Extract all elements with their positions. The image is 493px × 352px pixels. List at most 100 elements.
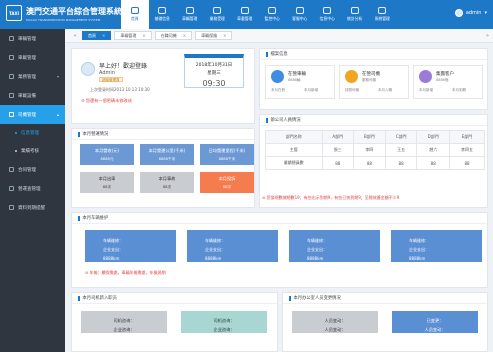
monthly-ops-panel: 本月營運情況 本月營收(元) 8888元 本月營運公里(千米) 8888千米 日均營… — [71, 128, 255, 208]
maintenance-card[interactable]: 车辆维修： 企业支出： 8888km — [187, 230, 278, 262]
nav-basic-info[interactable]: 基礎信息 — [149, 0, 177, 29]
drivers-card[interactable]: 司机咨询： 企业咨询： — [81, 311, 167, 333]
monitor-icon — [268, 7, 277, 14]
sidebar-item-onboard[interactable]: 車載管理 — [0, 48, 65, 67]
archive-card-drivers[interactable]: 在營司機 服務司機 持照司機 本月入職 — [339, 65, 409, 99]
top-nav: 首頁 基礎信息 車輛管理 業務受理 車載管理 監控中心 客服中心 信息中心 統計… — [121, 0, 396, 29]
business-icon — [213, 7, 222, 14]
device-icon — [9, 93, 14, 98]
drivers-title: 本月司机新入职员 — [72, 293, 277, 304]
taxi-logo: TAXI — [6, 5, 22, 21]
car-icon — [9, 36, 14, 41]
user-menu[interactable]: admin ▾ — [454, 9, 487, 17]
maintenance-card[interactable]: 车辆维修： 企业支出： 8888km — [85, 230, 176, 262]
office-table: 部門名称 A部門 B部門 C部門 D部門 E部門 主管 張三 李四 王五 趙六 … — [265, 130, 486, 170]
tab-drivers[interactable]: 在職司機 × — [154, 31, 193, 40]
monthly-card[interactable]: 本月營收(元) 8888元 — [80, 144, 134, 165]
user-icon — [81, 62, 95, 76]
nav-monitor[interactable]: 監控中心 — [259, 0, 287, 29]
message-icon — [323, 7, 332, 14]
greeting: 早上好！歡迎登錄 — [99, 63, 148, 70]
close-icon[interactable]: × — [102, 33, 105, 38]
office-warning[interactable]: ⊘ 您發現數據總數19；有些出示到期9，有些已快到期9；至總效產金額不少9 — [262, 195, 399, 201]
monthly-ops-title: 本月營運情況 — [72, 129, 254, 140]
sidebar: 車輛管理 車載管理 業務管理 ▾ 車載設備 司機管理 ▴ 信息管理 業績考核 合同管… — [0, 29, 65, 352]
nav-service[interactable]: 客服中心 — [286, 0, 314, 29]
time-text: 09:30 — [202, 79, 226, 88]
maintenance-panel: 本月车辆维护 车辆维修： 企业支出： 8888km 车辆维修： 企业支出： 8888km… — [71, 212, 488, 288]
contract-icon — [9, 167, 14, 172]
chevron-up-icon: ▴ — [56, 112, 59, 117]
chevron-down-icon: ▾ — [56, 74, 59, 79]
date-text: 2018年10月31日 — [195, 63, 233, 68]
welcome-user: Admin — [99, 70, 115, 76]
chevron-left-icon[interactable]: « — [71, 33, 79, 39]
nav-message[interactable]: 信息中心 — [314, 0, 342, 29]
maintenance-card[interactable]: 车辆维修： 企业支出： 8888km — [391, 230, 482, 262]
chevron-down-icon: ▾ — [484, 10, 487, 16]
top-header: TAXI 澳門交通平台綜合管理系統 MACAO TRANSPORTATION M… — [0, 0, 493, 29]
settings-icon — [378, 7, 387, 14]
info-icon — [158, 7, 167, 14]
monthly-card[interactable]: 本月投訴 88次 — [200, 172, 254, 193]
nav-business[interactable]: 業務受理 — [204, 0, 232, 29]
chevron-right-icon[interactable]: » — [486, 33, 489, 39]
office-changes-panel: 本月办公室人员变更情况 人员变动： 人员变动： 已变更： 人员变动： — [282, 292, 488, 352]
sidebar-item-equipment[interactable]: 車載設備 — [0, 86, 65, 105]
nav-vehicle[interactable]: 車輛管理 — [176, 0, 204, 29]
maintenance-card[interactable]: 车辆维修： 企业支出： 8888km — [289, 230, 380, 262]
sidebar-item-business[interactable]: 業務管理 ▾ — [0, 67, 65, 86]
operation-icon — [9, 186, 14, 191]
last-login: 上次登录时间2013 10 13 10:30 — [90, 87, 150, 92]
monthly-card[interactable]: 日均營運里程(千米) 8888千米 — [200, 144, 254, 165]
tab-vehicle[interactable]: 車輛管理 × — [114, 31, 152, 40]
password-warning[interactable]: ⊘ 您還有一個密碼未修改成 — [81, 98, 132, 104]
tab-insurance[interactable]: 車輛保險 × — [195, 31, 233, 40]
tab-home[interactable]: 首頁 × — [82, 31, 112, 40]
archive-title: 檔案信息 — [260, 49, 487, 60]
archive-panel: 檔案信息 在營車輛 8888輛 本月在冊 本月新增 在營司機 服務司機 持照司機… — [259, 48, 488, 110]
table-header-row: 部門名称 A部門 B部門 C部門 D部門 E部門 — [265, 130, 486, 144]
office-changes-title: 本月办公室人员变更情况 — [283, 293, 487, 304]
close-icon[interactable]: × — [183, 33, 186, 38]
onboard-icon — [240, 7, 249, 14]
office-changes-card[interactable]: 已变更： 人员变动： — [392, 311, 478, 333]
archive-card-clients[interactable]: 集團客户 8888個 本月新增 本月到期 — [413, 65, 483, 99]
date-box: 2018年10月31日 星期三 09:30 — [184, 54, 244, 88]
drivers-card[interactable]: 司机咨询： 企业咨询： — [181, 311, 267, 333]
sidebar-item-contract[interactable]: 合同管理 — [0, 160, 65, 179]
sidebar-subitem-performance[interactable]: 業績考核 — [0, 142, 65, 160]
sidebar-item-drivers[interactable]: 司機管理 ▴ — [0, 105, 65, 124]
brand: 澳門交通平台綜合管理系統 MACAO TRANSPORTATION MANAGE… — [26, 6, 122, 22]
welcome-panel: 早上好！歡迎登錄 Admin 超級管理員 上次登录时间2013 10 13 10… — [71, 48, 255, 124]
office-changes-card[interactable]: 人员变动： 人员变动： — [292, 311, 378, 333]
close-icon[interactable]: × — [142, 33, 145, 38]
bell-icon — [9, 205, 14, 210]
avatar — [454, 9, 463, 17]
car-icon — [185, 7, 194, 14]
driver-icon — [9, 112, 14, 117]
monthly-card[interactable]: 本月事故 88次 — [140, 172, 194, 193]
sidebar-subitem-info[interactable]: 信息管理 — [0, 124, 65, 142]
office-title: 辦公司人員情況 — [260, 115, 487, 126]
nav-statistics[interactable]: 統計分析 — [341, 0, 369, 29]
driver-icon — [345, 70, 358, 83]
maintenance-warning[interactable]: ⊘ 年檢：續保需處，車輛年檢需處，年檢過期 — [85, 270, 166, 276]
sidebar-item-expiry[interactable]: 資料到期提醒 — [0, 198, 65, 217]
chart-icon — [350, 7, 359, 14]
business-icon — [9, 74, 14, 79]
sidebar-item-operation[interactable]: 營運查管理 — [0, 179, 65, 198]
monthly-card[interactable]: 本月營運公里(千米) 8888千米 — [140, 144, 194, 165]
onboard-icon — [9, 55, 14, 60]
home-icon — [130, 7, 139, 14]
nav-onboard[interactable]: 車載管理 — [231, 0, 259, 29]
nav-system[interactable]: 系統管理 — [369, 0, 397, 29]
weekday-text: 星期三 — [207, 71, 221, 76]
drivers-panel: 本月司机新入职员 司机咨询： 企业咨询： 司机咨询： 企业咨询： — [71, 292, 278, 352]
sidebar-item-vehicle[interactable]: 車輛管理 — [0, 29, 65, 48]
nav-home[interactable]: 首頁 — [121, 0, 149, 29]
monthly-card[interactable]: 本月出車 88次 — [80, 172, 134, 193]
app-title: 澳門交通平台綜合管理系統 — [26, 7, 122, 16]
archive-card-vehicles[interactable]: 在營車輛 8888輛 本月在冊 本月新增 — [265, 65, 335, 99]
close-icon[interactable]: × — [223, 33, 226, 38]
